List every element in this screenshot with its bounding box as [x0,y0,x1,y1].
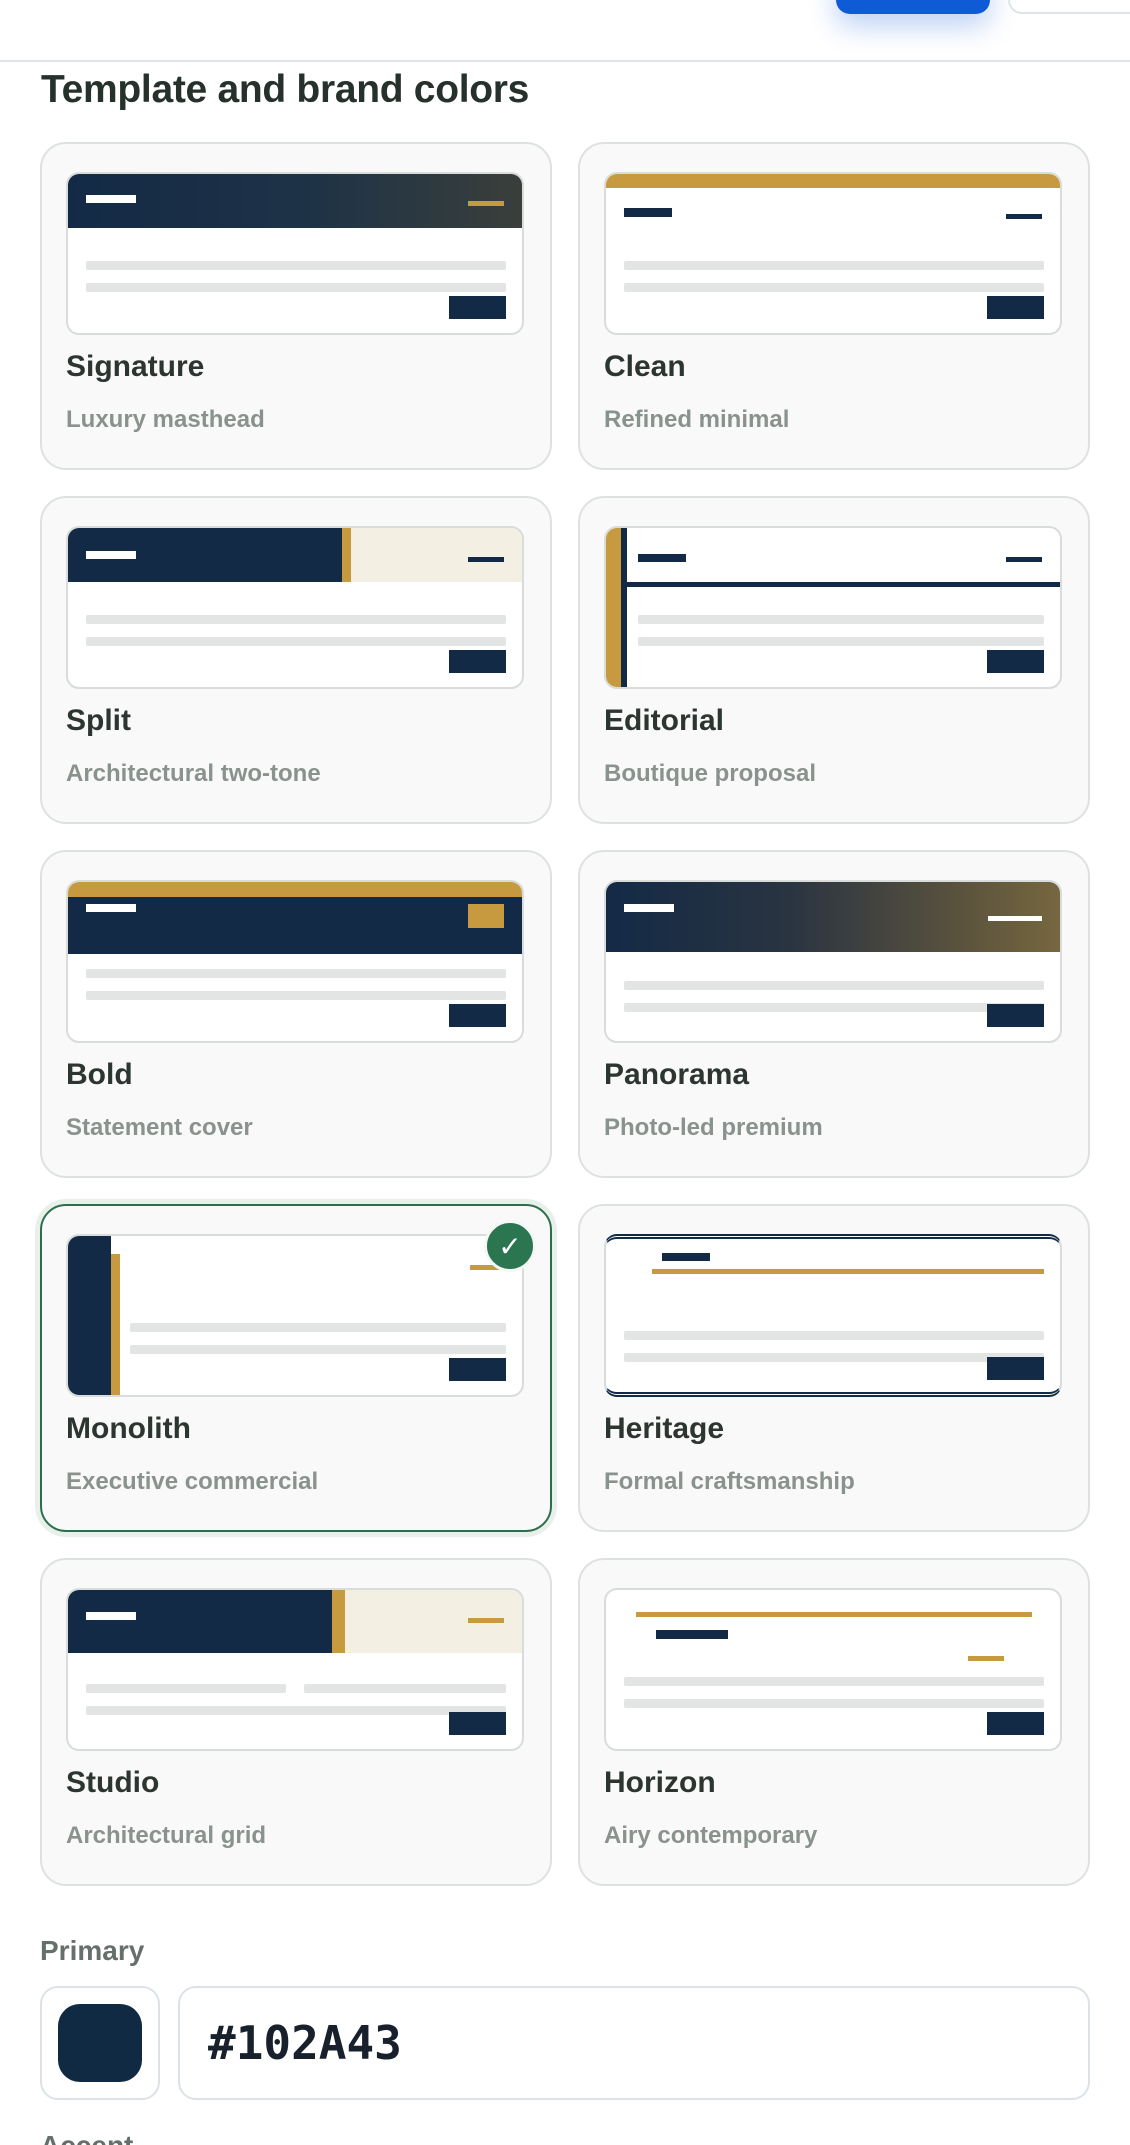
template-card-horizon[interactable]: Horizon Airy contemporary [578,1558,1090,1886]
template-preview [66,1588,524,1751]
template-name: Heritage [604,1412,725,1445]
primary-color-picker[interactable] [40,1986,160,2100]
template-name: Horizon [604,1766,716,1799]
template-name: Editorial [604,704,725,737]
template-preview [66,526,524,689]
template-description: Formal craftsmanship [604,1468,855,1495]
template-preview [604,172,1062,335]
primary-action-button[interactable] [836,0,990,14]
template-description: Photo-led premium [604,1114,823,1141]
template-name: Monolith [66,1412,191,1445]
template-card-split[interactable]: Split Architectural two-tone [40,496,552,824]
template-card-clean[interactable]: Clean Refined minimal [578,142,1090,470]
template-description: Statement cover [66,1114,253,1141]
template-preview [604,880,1062,1043]
template-preview [66,1234,524,1397]
accent-color-label: Accent [40,2130,133,2145]
template-name: Panorama [604,1058,750,1091]
primary-color-label: Primary [40,1935,145,1966]
template-card-bold[interactable]: Bold Statement cover [40,850,552,1178]
template-description: Luxury masthead [66,406,265,433]
template-description: Airy contemporary [604,1822,818,1849]
template-card-panorama[interactable]: Panorama Photo-led premium [578,850,1090,1178]
selected-check-icon: ✓ [484,1220,536,1272]
template-card-heritage[interactable]: Heritage Formal craftsmanship [578,1204,1090,1532]
section-title: Template and brand colors [41,68,530,111]
template-description: Boutique proposal [604,760,816,787]
template-description: Architectural grid [66,1822,267,1849]
template-description: Architectural two-tone [66,760,321,787]
template-name: Split [66,704,131,737]
template-preview [66,172,524,335]
template-card-studio[interactable]: Studio Architectural grid [40,1558,552,1886]
secondary-action-button[interactable] [1008,0,1130,14]
template-preview [604,1588,1062,1751]
template-description: Refined minimal [604,406,790,433]
template-preview [604,526,1062,689]
template-name: Clean [604,350,686,383]
template-card-signature[interactable]: Signature Luxury masthead [40,142,552,470]
primary-color-hex-input[interactable]: #102A43 [178,1986,1090,2100]
template-preview [66,880,524,1043]
top-toolbar [0,0,1130,62]
template-card-editorial[interactable]: Editorial Boutique proposal [578,496,1090,824]
template-name: Signature [66,350,205,383]
template-preview [604,1234,1062,1397]
template-card-monolith[interactable]: ✓ Monolith Executive commercial [40,1204,552,1532]
template-name: Studio [66,1766,160,1799]
template-grid: Signature Luxury masthead Clean Refined … [40,142,1090,1886]
template-description: Executive commercial [66,1468,319,1495]
template-name: Bold [66,1058,133,1091]
primary-color-swatch [58,2004,142,2082]
